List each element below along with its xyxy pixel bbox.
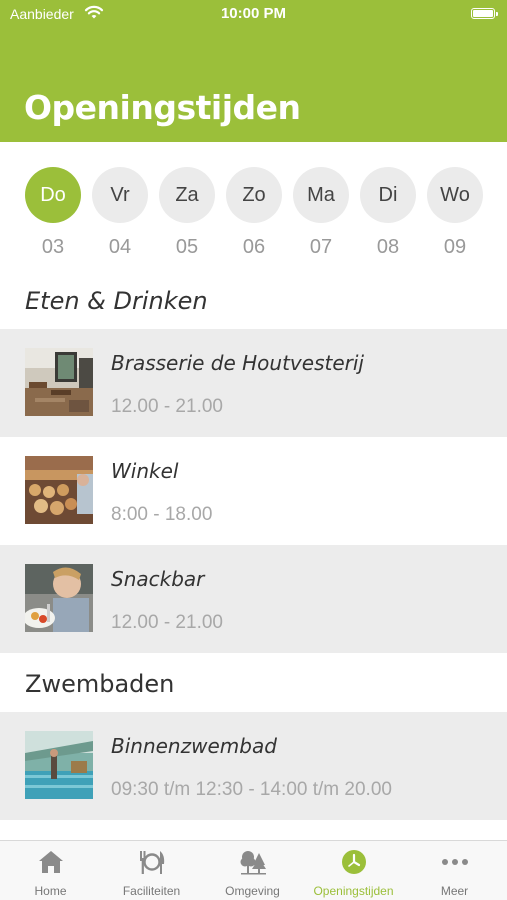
tab-label: Omgeving bbox=[225, 884, 280, 898]
day-zo[interactable]: Zo 06 bbox=[226, 167, 282, 259]
venue-row-brasserie[interactable]: Brasserie de Houtvesterij 12.00 - 21.00 bbox=[0, 329, 507, 437]
day-date: 09 bbox=[443, 236, 467, 258]
tab-label: Faciliteiten bbox=[122, 884, 181, 898]
day-date: 05 bbox=[175, 236, 199, 258]
status-time: 10:00 PM bbox=[220, 5, 287, 22]
venue-name: Brasserie de Houtvesterij bbox=[111, 351, 364, 375]
venue-row-snackbar[interactable]: Snackbar 12.00 - 21.00 bbox=[0, 545, 507, 653]
day-date: 07 bbox=[309, 236, 333, 258]
tab-bar: Home Faciliteiten Omgeving Openingstijde… bbox=[0, 840, 507, 900]
clock-icon bbox=[339, 847, 369, 877]
status-bar: Aanbieder 10:00 PM bbox=[0, 0, 507, 30]
venue-row-winkel[interactable]: Winkel 8:00 - 18.00 bbox=[0, 437, 507, 545]
day-za[interactable]: Za 05 bbox=[159, 167, 215, 259]
day-date: 04 bbox=[108, 236, 132, 258]
day-circle: Di bbox=[360, 167, 416, 223]
day-wo[interactable]: Wo 09 bbox=[427, 167, 483, 259]
tab-openingstijden[interactable]: Openingstijden bbox=[303, 841, 404, 900]
tab-omgeving[interactable]: Omgeving bbox=[202, 841, 303, 900]
day-date: 06 bbox=[242, 236, 266, 258]
header: Aanbieder 10:00 PM Openingstijden bbox=[0, 0, 507, 142]
venue-name: Binnenzwembad bbox=[111, 734, 277, 758]
section-title-eten-drinken: Eten & Drinken bbox=[25, 287, 208, 315]
snackbar-photo bbox=[25, 564, 93, 632]
day-circle: Ma bbox=[293, 167, 349, 223]
venue-hours: 8:00 - 18.00 bbox=[111, 504, 213, 525]
page-title: Openingstijden bbox=[24, 88, 301, 127]
shop-photo bbox=[25, 456, 93, 524]
day-circle: Za bbox=[159, 167, 215, 223]
brasserie-photo bbox=[25, 348, 93, 416]
venue-hours: 09:30 t/m 12:30 - 14:00 t/m 20.00 bbox=[111, 779, 392, 800]
venue-row-binnenzwembad[interactable]: Binnenzwembad 09:30 t/m 12:30 - 14:00 t/… bbox=[0, 712, 507, 820]
more-icon bbox=[440, 847, 470, 877]
day-date: 03 bbox=[41, 236, 65, 258]
cutlery-icon bbox=[137, 847, 167, 877]
home-icon bbox=[36, 847, 66, 877]
day-di[interactable]: Di 08 bbox=[360, 167, 416, 259]
tab-label: Meer bbox=[440, 884, 469, 898]
tab-label: Home bbox=[34, 884, 67, 898]
venue-hours: 12.00 - 21.00 bbox=[111, 396, 223, 417]
day-circle: Zo bbox=[226, 167, 282, 223]
venue-name: Winkel bbox=[111, 459, 179, 483]
battery-icon bbox=[471, 8, 498, 19]
tab-label: Openingstijden bbox=[313, 884, 394, 898]
section-title-zwembaden: Zwembaden bbox=[25, 670, 175, 698]
venue-hours: 12.00 - 21.00 bbox=[111, 612, 223, 633]
venue-name: Snackbar bbox=[111, 567, 205, 591]
day-selector: Do 03 Vr 04 Za 05 Zo 06 Ma 07 Di 08 Wo 0… bbox=[0, 167, 507, 267]
day-date: 08 bbox=[376, 236, 400, 258]
day-circle: Vr bbox=[92, 167, 148, 223]
pool-photo bbox=[25, 731, 93, 799]
day-ma[interactable]: Ma 07 bbox=[293, 167, 349, 259]
day-do[interactable]: Do 03 bbox=[25, 167, 81, 259]
day-vr[interactable]: Vr 04 bbox=[92, 167, 148, 259]
tab-home[interactable]: Home bbox=[0, 841, 101, 900]
trees-icon bbox=[238, 847, 268, 877]
day-circle: Wo bbox=[427, 167, 483, 223]
day-circle: Do bbox=[25, 167, 81, 223]
tab-faciliteiten[interactable]: Faciliteiten bbox=[101, 841, 202, 900]
tab-meer[interactable]: Meer bbox=[404, 841, 505, 900]
